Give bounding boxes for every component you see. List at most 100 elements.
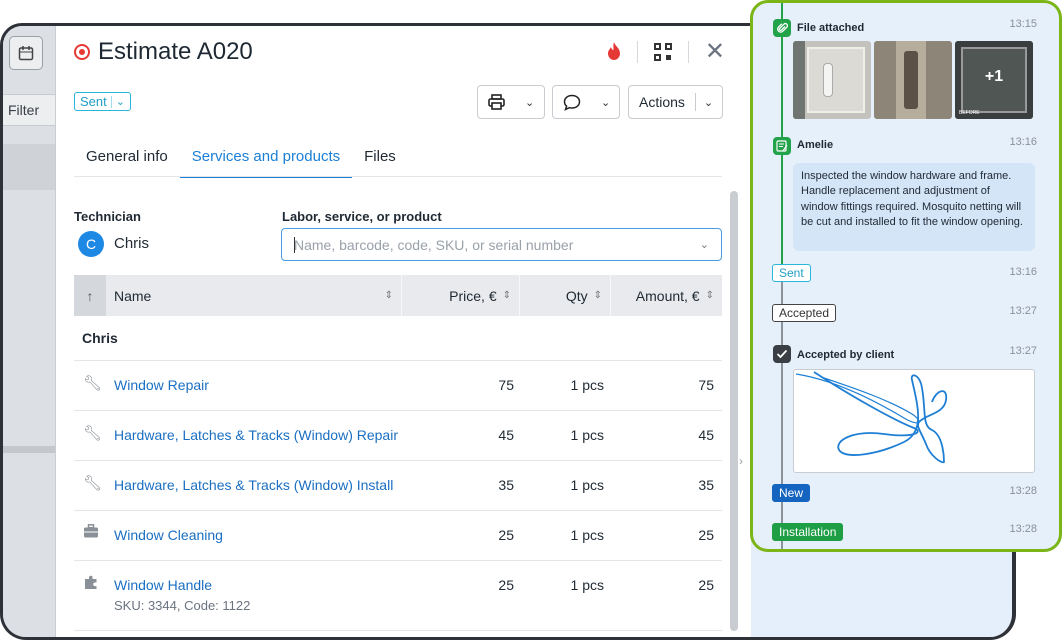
target-icon — [74, 44, 90, 60]
event-time: 13:27 — [1009, 305, 1037, 317]
table-row[interactable]: Window Cleaning 25 1 pcs 25 — [74, 511, 722, 561]
photo-label: BEFORE — [959, 110, 980, 116]
signature-image — [793, 369, 1035, 473]
briefcase-icon — [83, 524, 99, 542]
item-name-link[interactable]: Window Cleaning — [114, 527, 223, 543]
filter-button[interactable]: Filter — [3, 94, 58, 126]
column-name[interactable]: Name ⇕ — [106, 275, 402, 316]
tab-general-info[interactable]: General info — [74, 138, 180, 178]
item-amount: 75 — [698, 377, 714, 393]
sort-icon: ⇕ — [502, 290, 511, 301]
photo-thumbnail[interactable] — [793, 41, 871, 119]
activity-panel: File attached 13:15 +1 BEFORE Amelie 13:… — [750, 0, 1062, 552]
item-amount: 25 — [698, 577, 714, 593]
background-row — [3, 144, 58, 190]
status-dropdown[interactable]: Sent ⌄ — [74, 92, 131, 111]
puzzle-icon — [83, 574, 99, 594]
tab-files[interactable]: Files — [352, 138, 408, 178]
status-badge-installation: Installation — [772, 523, 844, 541]
event-time: 13:27 — [1009, 345, 1037, 357]
more-photos-count: +1 — [984, 68, 1004, 85]
item-price: 25 — [498, 577, 514, 593]
item-name-link[interactable]: Window Repair — [114, 377, 209, 393]
table-row[interactable]: 🔧︎ Window Repair 75 1 pcs 75 — [74, 361, 722, 411]
wrench-icon: 🔧︎ — [83, 375, 103, 392]
paperclip-icon — [773, 19, 791, 37]
flame-icon[interactable] — [607, 41, 621, 63]
event-time: 13:28 — [1009, 485, 1037, 497]
chat-bubble-icon — [553, 86, 591, 118]
estimate-modal: Estimate A020 ✕ Sent ⌄ ⌄ ⌄ Actions ⌄ Gen… — [55, 26, 751, 637]
scrollbar[interactable] — [730, 191, 738, 631]
tab-bar: General info Services and products Files — [74, 138, 408, 178]
header-actions: ✕ — [607, 40, 725, 64]
item-qty: 1 pcs — [570, 377, 604, 393]
status-label: Sent — [80, 94, 107, 109]
background-app: Filter — [3, 26, 58, 637]
column-price[interactable]: Price, € ⇕ — [402, 275, 520, 316]
wrench-icon: 🔧︎ — [83, 475, 103, 492]
page-title: Estimate A020 — [98, 38, 253, 65]
print-button[interactable]: ⌄ — [477, 85, 545, 119]
header-separator — [636, 41, 638, 63]
item-name-link[interactable]: Window Handle — [114, 577, 212, 593]
sort-icon: ⇕ — [384, 290, 393, 301]
photo-thumbnail[interactable] — [874, 41, 952, 119]
column-amount[interactable]: Amount, € ⇕ — [611, 275, 722, 316]
item-amount: 25 — [698, 527, 714, 543]
item-qty: 1 pcs — [570, 527, 604, 543]
event-time: 13:15 — [1009, 18, 1037, 30]
item-qty: 1 pcs — [570, 477, 604, 493]
actions-label: Actions — [639, 94, 685, 110]
avatar: C — [78, 231, 104, 257]
calendar-icon[interactable] — [9, 36, 43, 70]
item-name-link[interactable]: Hardware, Latches & Tracks (Window) Inst… — [114, 477, 393, 493]
table-row[interactable]: Window Handle SKU: 3344, Code: 1122 25 1… — [74, 561, 722, 631]
chevron-down-icon: ⌄ — [115, 96, 125, 108]
message-button[interactable]: ⌄ — [552, 85, 620, 119]
chevron-down-icon: ⌄ — [703, 96, 714, 109]
table-row[interactable]: 🔧︎ Hardware, Latches & Tracks (Window) R… — [74, 411, 722, 461]
item-price: 25 — [498, 527, 514, 543]
note-author: Amelie — [797, 139, 834, 151]
modal-header: Estimate A020 — [74, 38, 253, 66]
event-time: 13:16 — [1009, 136, 1037, 148]
tab-services-and-products[interactable]: Services and products — [179, 138, 353, 178]
chevron-down-icon: ⌄ — [601, 96, 611, 109]
event-title: File attached — [797, 22, 865, 34]
group-header: Chris — [74, 316, 722, 361]
item-price: 45 — [498, 427, 514, 443]
actions-button[interactable]: Actions ⌄ — [628, 85, 723, 119]
note-icon — [773, 137, 791, 155]
table-header: ↑ Name ⇕ Price, € ⇕ Qty ⇕ Amount, € ⇕ — [74, 275, 722, 316]
column-qty[interactable]: Qty ⇕ — [520, 275, 611, 316]
search-placeholder: Name, barcode, code, SKU, or serial numb… — [294, 237, 574, 253]
sort-icon: ⇕ — [705, 290, 714, 301]
item-name-link[interactable]: Hardware, Latches & Tracks (Window) Repa… — [114, 427, 398, 443]
technician-label: Technician — [74, 209, 141, 224]
qr-code-icon[interactable] — [653, 43, 672, 61]
event-time: 13:16 — [1009, 266, 1037, 278]
sort-icon: ⇕ — [593, 290, 602, 301]
header-separator — [687, 41, 689, 63]
table-row[interactable]: 🔧︎ Hardware, Latches & Tracks (Window) I… — [74, 461, 722, 511]
tab-divider — [74, 176, 722, 177]
chevron-down-icon: ⌄ — [525, 96, 535, 109]
chevron-right-icon[interactable]: › — [739, 454, 743, 468]
close-icon[interactable]: ✕ — [705, 40, 725, 64]
search-label: Labor, service, or product — [282, 209, 442, 224]
item-price: 35 — [498, 477, 514, 493]
event-title: Accepted by client — [797, 349, 895, 361]
sort-arrow-icon[interactable]: ↑ — [74, 275, 106, 316]
item-amount: 35 — [698, 477, 714, 493]
photo-thumbnail[interactable]: +1 BEFORE — [955, 41, 1033, 119]
checkmark-icon — [773, 345, 791, 363]
status-badge-sent: Sent — [772, 264, 811, 282]
product-search-input[interactable]: Name, barcode, code, SKU, or serial numb… — [281, 228, 722, 261]
item-qty: 1 pcs — [570, 577, 604, 593]
technician-name[interactable]: Chris — [114, 235, 149, 252]
item-amount: 45 — [698, 427, 714, 443]
chevron-down-icon: ⌄ — [699, 239, 709, 251]
item-price: 75 — [498, 377, 514, 393]
status-badge-accepted: Accepted — [772, 304, 837, 322]
